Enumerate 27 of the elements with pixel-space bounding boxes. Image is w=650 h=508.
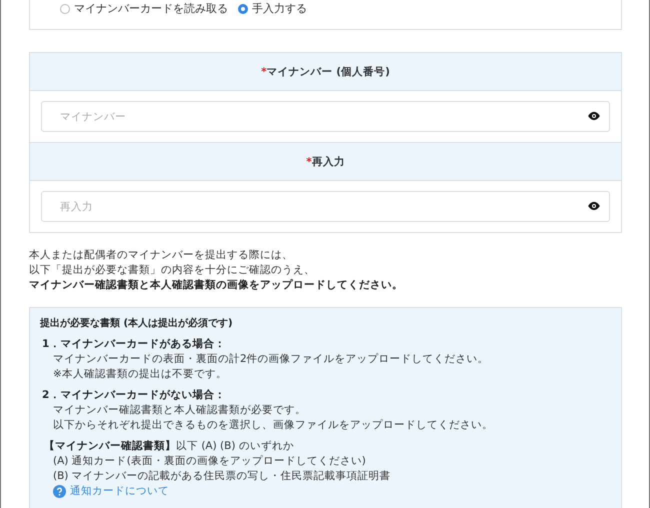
case-text: 以下からそれぞれ提出できるものを選択し、画像ファイルをアップロードしてください。 <box>52 418 494 433</box>
radio-option[interactable]: 手入力する <box>238 1 307 16</box>
case-heading: 2．マイナンバーカードがない場合： <box>41 388 226 403</box>
doc-option-text: (B) マイナンバーの記載がある住民票の写し・住民票記載事項証明書 <box>52 469 392 484</box>
eye-icon[interactable] <box>587 201 601 211</box>
case-heading: 1．マイナンバーカードがある場合： <box>41 337 226 352</box>
eye-icon[interactable] <box>587 111 601 121</box>
input-field[interactable]: 再入力 <box>41 191 610 222</box>
notice-text: 以下「提出が必要な書類」の内容を十分にご確認のうえ、 <box>29 263 316 278</box>
doc-option-text: (A) 通知カード(表面・裏面の画像をアップロードしてください) <box>52 454 367 469</box>
notice-emphasis: マイナンバー確認書類と本人確認書類の画像をアップロードしてください。 <box>29 278 404 293</box>
radio-button[interactable] <box>60 4 70 14</box>
case-text: マイナンバーカードの表面・裏面の計2件の画像ファイルをアップロードしてください。 <box>52 352 490 367</box>
field-label: マイナンバー (個人番号) <box>266 64 390 78</box>
field-label: 再入力 <box>312 154 345 168</box>
input-field[interactable]: マイナンバー <box>41 101 610 132</box>
required-mark: * <box>261 66 267 78</box>
required-mark: * <box>306 156 312 168</box>
help-icon <box>53 484 66 498</box>
case-text: マイナンバー確認書類と本人確認書類が必要です。 <box>52 403 307 418</box>
doc-group-qualifier: 以下 (A) (B) のいずれか <box>176 440 294 452</box>
doc-group-heading: 【マイナンバー確認書類】 <box>43 440 176 452</box>
radio-label: 手入力する <box>252 1 307 16</box>
case-text: ※本人確認書類の提出は不要です。 <box>52 367 228 382</box>
radio-button[interactable] <box>238 4 248 14</box>
requirements-title: 提出が必要な書類 (本人は提出が必須です) <box>40 316 234 331</box>
notice-text: 本人または配偶者のマイナンバーを提出する際には、 <box>29 248 294 263</box>
